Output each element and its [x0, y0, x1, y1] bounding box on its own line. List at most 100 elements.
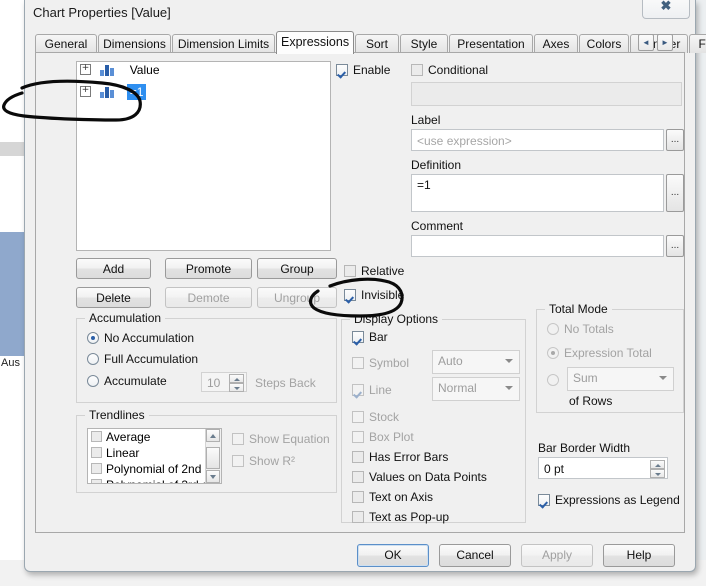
tab-sort[interactable]: Sort [355, 34, 399, 53]
line-combo: Normal [432, 377, 520, 401]
trendlines-list[interactable]: Average Linear Polynomial of 2nd d Polyn… [87, 428, 222, 484]
radio-full-accumulation[interactable]: Full Accumulation [87, 352, 198, 367]
show-equation-checkbox: Show Equation [232, 432, 330, 447]
list-item-label: Average [106, 430, 151, 444]
tab-scroll-left-arrow[interactable]: ◄ [638, 34, 654, 51]
comment-browse-button[interactable]: ... [666, 235, 684, 257]
symbol-combo: Auto [432, 350, 520, 374]
bar-border-width-value: 0 pt [544, 462, 565, 476]
group-button[interactable]: Group [257, 258, 337, 279]
label-browse-button[interactable]: ... [666, 129, 684, 151]
comment-caption: Comment [411, 219, 464, 233]
invisible-checkbox[interactable]: Invisible [344, 288, 404, 303]
tab-dimension-limits[interactable]: Dimension Limits [172, 34, 275, 53]
scroll-down-icon[interactable] [206, 470, 220, 483]
radio-label: Expression Total [564, 346, 652, 360]
tree-row[interactable]: + =1 [77, 84, 330, 106]
radio-icon [87, 332, 99, 344]
help-button[interactable]: Help [603, 544, 675, 567]
comment-input[interactable] [411, 235, 664, 257]
list-item[interactable]: Polynomial of 2nd d [88, 461, 221, 477]
radio-no-accumulation[interactable]: No Accumulation [87, 331, 194, 346]
checkbox-label: Invisible [361, 288, 405, 302]
accumulation-group: Accumulation No Accumulation Full Accumu… [76, 311, 337, 403]
expand-icon[interactable]: + [80, 63, 91, 75]
conditional-checkbox[interactable]: Conditional [411, 63, 488, 78]
definition-browse-button[interactable]: ... [666, 174, 684, 212]
window-title: Chart Properties [Value] [33, 5, 171, 20]
label-input[interactable]: <use expression> [411, 129, 664, 151]
tree-item-label-selected: =1 [126, 84, 147, 100]
close-icon: ✖ [660, 0, 672, 13]
show-r2-checkbox: Show R² [232, 454, 295, 469]
enable-checkbox[interactable]: Enable [336, 63, 390, 78]
display-options-group-title: Display Options [350, 312, 443, 326]
stepper-down-icon[interactable] [229, 383, 244, 392]
radio-icon [547, 323, 559, 335]
accumulation-group-title: Accumulation [85, 311, 166, 325]
tree-row[interactable]: + Value [77, 62, 330, 84]
stepper-down-icon[interactable] [650, 469, 665, 478]
has-error-bars-checkbox[interactable]: Has Error Bars [352, 450, 448, 465]
bar-border-width-stepper[interactable]: 0 pt [538, 457, 668, 479]
trendlines-scrollbar[interactable] [205, 429, 221, 483]
checkbox-icon [352, 357, 364, 369]
tab-style[interactable]: Style [400, 34, 448, 53]
tab-axes[interactable]: Axes [534, 34, 578, 53]
ok-button[interactable]: OK [357, 544, 429, 567]
tab-expressions[interactable]: Expressions [276, 31, 354, 54]
radio-label: Accumulate [104, 374, 167, 388]
checkbox-icon [352, 384, 364, 396]
checkbox-label: Values on Data Points [369, 470, 487, 484]
text-on-axis-checkbox[interactable]: Text on Axis [352, 490, 433, 505]
checkbox-icon [352, 451, 364, 463]
expressions-tab-page: + Value + =1 Add Promote Group Delete De… [35, 52, 685, 533]
radio-label: No Totals [564, 322, 614, 336]
tab-font[interactable]: Font [689, 34, 706, 53]
checkbox-icon[interactable] [91, 431, 102, 442]
relative-checkbox[interactable]: Relative [344, 264, 404, 279]
bar-checkbox[interactable]: Bar [352, 330, 388, 345]
tab-scroll-right-arrow[interactable]: ► [657, 34, 673, 51]
tab-dimensions[interactable]: Dimensions [98, 34, 171, 53]
checkbox-icon[interactable] [91, 463, 102, 474]
stepper-buttons[interactable] [650, 460, 665, 478]
tree-item-label: Value [129, 63, 160, 77]
radio-icon [547, 347, 559, 359]
tab-colors[interactable]: Colors [579, 34, 629, 53]
checkbox-label: Stock [369, 410, 400, 424]
checkbox-icon [538, 494, 550, 506]
values-on-data-points-checkbox[interactable]: Values on Data Points [352, 470, 487, 485]
stepper-up-icon[interactable] [229, 374, 244, 383]
checkbox-icon [344, 265, 356, 277]
tab-general[interactable]: General [35, 34, 97, 53]
expressions-tree[interactable]: + Value + =1 [76, 61, 331, 251]
add-button[interactable]: Add [76, 258, 151, 279]
list-item[interactable]: Linear [88, 445, 221, 461]
expand-icon[interactable]: + [80, 85, 91, 97]
scrollbar-thumb[interactable] [206, 447, 220, 469]
list-item[interactable]: Average [88, 429, 221, 445]
dialog-button-bar: OK Cancel Apply Help [25, 536, 695, 572]
stepper-buttons[interactable] [229, 374, 244, 392]
list-item-label: Polynomial of 3rd d [106, 478, 209, 483]
cancel-button[interactable]: Cancel [439, 544, 511, 567]
list-item[interactable]: Polynomial of 3rd d [88, 477, 221, 483]
checkbox-icon[interactable] [91, 447, 102, 458]
definition-input[interactable]: =1 [411, 174, 664, 212]
stepper-up-icon[interactable] [650, 460, 665, 469]
close-button[interactable]: ✖ [642, 0, 690, 19]
scroll-up-icon[interactable] [206, 429, 220, 442]
checkbox-icon[interactable] [91, 479, 102, 483]
text-as-popup-checkbox[interactable]: Text as Pop-up [352, 510, 449, 525]
line-combo-value: Normal [438, 381, 477, 395]
expressions-as-legend-checkbox[interactable]: Expressions as Legend [538, 493, 680, 508]
bar-chart-icon [100, 86, 117, 98]
steps-back-stepper[interactable]: 10 [201, 372, 247, 392]
tab-presentation[interactable]: Presentation [449, 34, 533, 53]
radio-accumulate[interactable]: Accumulate [87, 374, 167, 389]
promote-button[interactable]: Promote [165, 258, 252, 279]
aggregation-combo-value: Sum [573, 371, 598, 385]
delete-button[interactable]: Delete [76, 287, 151, 308]
chart-properties-dialog: Chart Properties [Value] ✖ General Dimen… [24, 0, 706, 572]
